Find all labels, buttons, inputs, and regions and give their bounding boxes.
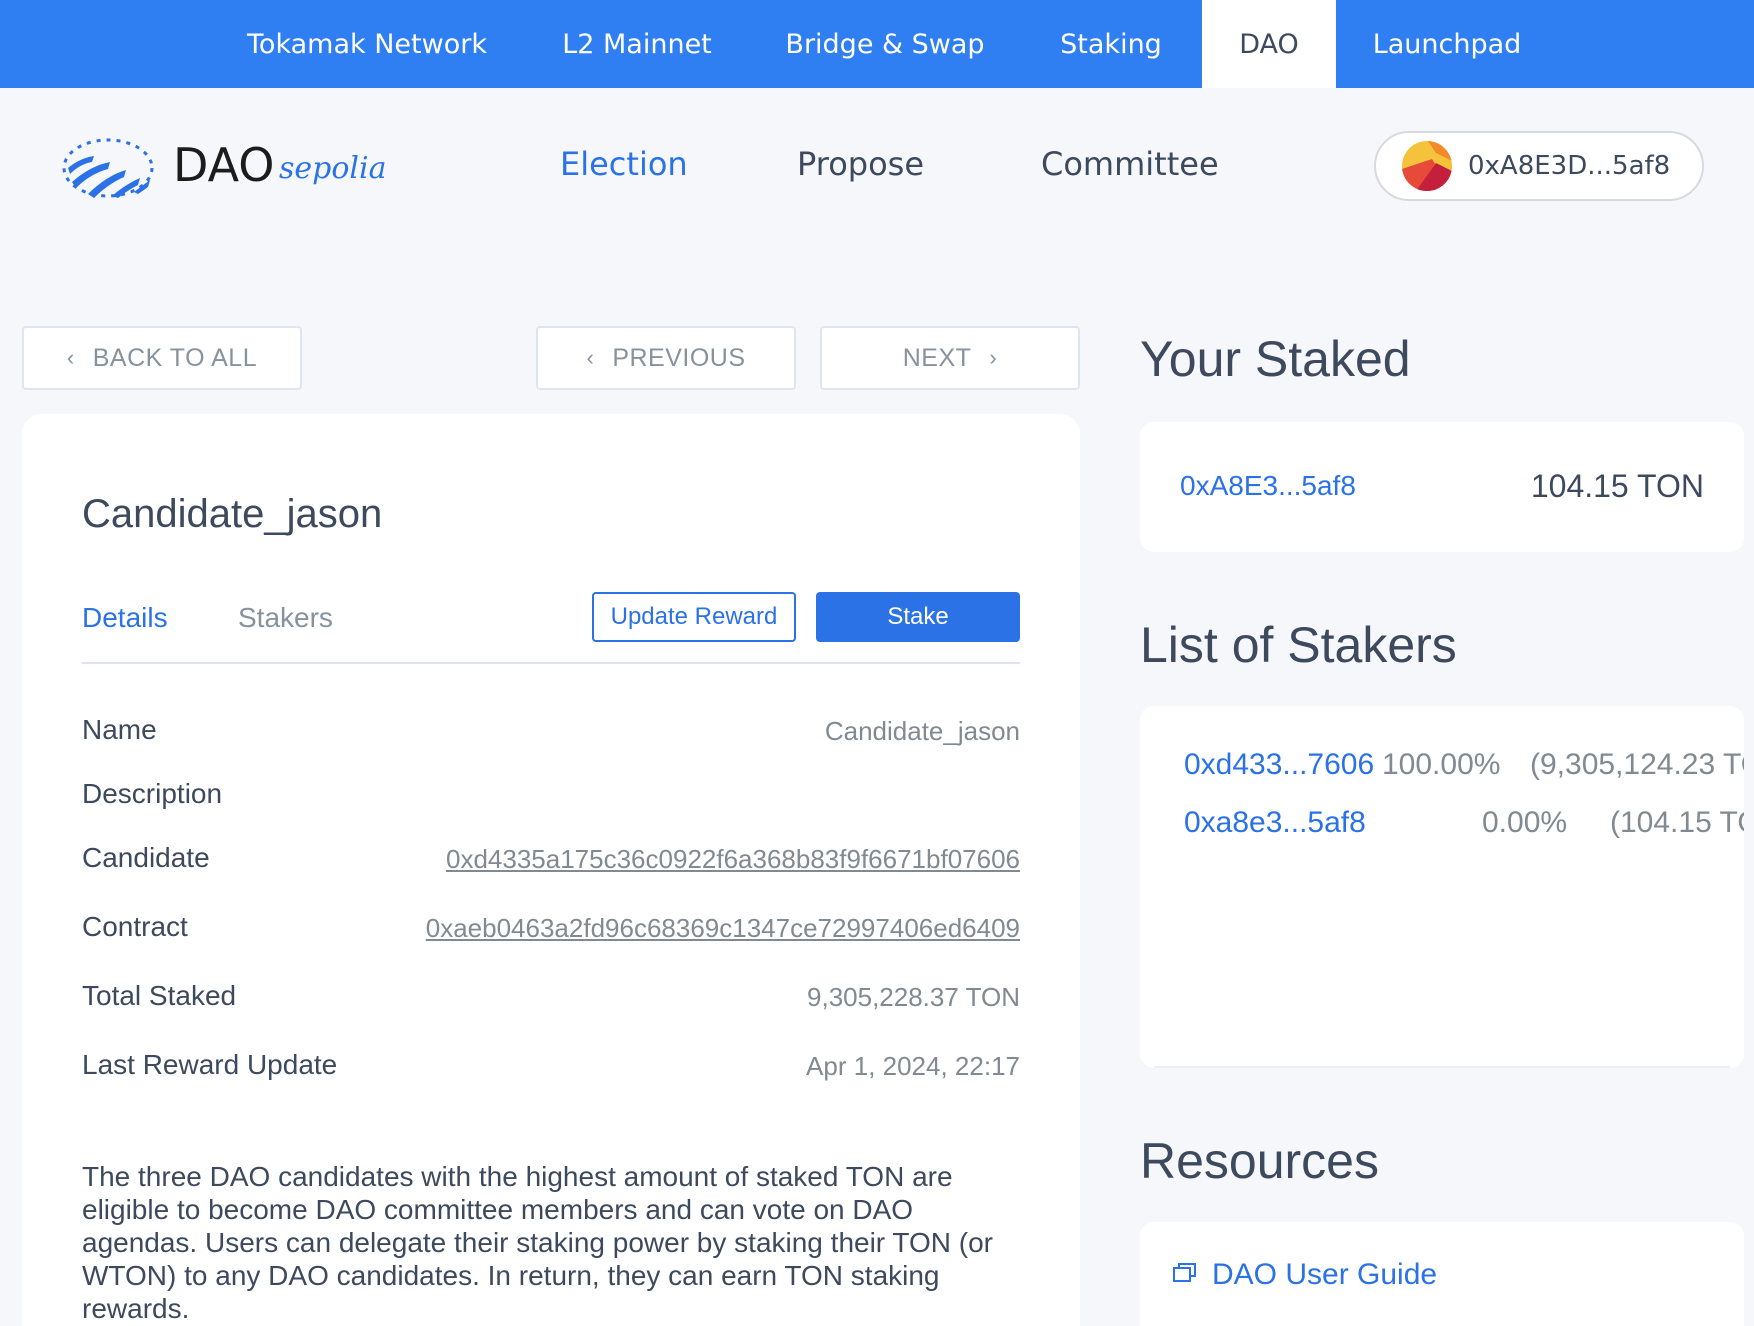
dao-user-guide-link[interactable]: DAO User Guide xyxy=(1172,1258,1437,1292)
your-staked-amount: 104.15 TON xyxy=(1530,468,1704,504)
staker-percent: 100.00% xyxy=(1382,748,1501,781)
back-to-all-label: BACK TO ALL xyxy=(92,343,258,372)
dao-user-guide-label: DAO User Guide xyxy=(1212,1258,1438,1291)
tab-details[interactable]: Details xyxy=(82,602,168,634)
resources-title: Resources xyxy=(1140,1133,1379,1189)
list-of-stakers-title: List of Stakers xyxy=(1140,617,1457,673)
menu-item-election[interactable]: Election xyxy=(560,145,688,183)
your-staked-title: Your Staked xyxy=(1140,331,1411,387)
staker-address-link[interactable]: 0xa8e3...5af8 xyxy=(1184,806,1366,840)
topnav-item-bridge-swap[interactable]: Bridge & Swap xyxy=(772,0,998,88)
your-staked-panel: 0xA8E3...5af8 104.15 TON xyxy=(1140,422,1744,552)
next-label: NEXT xyxy=(902,343,972,372)
chevron-right-icon: › xyxy=(989,345,998,370)
contract-label: Contract xyxy=(82,911,188,942)
chevron-left-icon: ‹ xyxy=(586,345,595,370)
stake-button[interactable]: Stake xyxy=(816,592,1020,642)
candidate-address-link[interactable]: 0xd4335a175c36c0922f6a368b83f9f6671bf076… xyxy=(446,844,1020,875)
logo-text[interactable]: DAO xyxy=(173,138,274,192)
dao-logo-icon[interactable] xyxy=(60,132,156,202)
topnav-item-launchpad[interactable]: Launchpad xyxy=(1350,0,1544,88)
tabs-divider xyxy=(82,662,1020,664)
wallet-button[interactable]: 0xA8E3D...5af8 xyxy=(1374,131,1704,201)
candidate-label: Candidate xyxy=(82,842,210,873)
last-reward-update-label: Last Reward Update xyxy=(82,1049,338,1080)
description-label: Description xyxy=(82,778,223,809)
chevron-left-icon: ‹ xyxy=(66,345,75,370)
contract-address-link[interactable]: 0xaeb0463a2fd96c68369c1347ce72997406ed64… xyxy=(426,913,1020,944)
candidate-title: Candidate_jason xyxy=(82,492,383,536)
topnav-item-dao[interactable]: DAO xyxy=(1202,0,1336,88)
top-navigation-bar: Tokamak Network L2 Mainnet Bridge & Swap… xyxy=(0,0,1754,88)
wallet-address: 0xA8E3D...5af8 xyxy=(1468,151,1671,181)
topnav-item-l2-mainnet[interactable]: L2 Mainnet xyxy=(540,0,734,88)
staker-address-link[interactable]: 0xd433...7606 xyxy=(1184,748,1374,782)
stakers-list-panel: 0xd433...7606 100.00% (9,305,124.23 TON … xyxy=(1140,706,1744,1068)
topnav-item-staking[interactable]: Staking xyxy=(1036,0,1186,88)
resources-panel: DAO User Guide xyxy=(1140,1222,1744,1326)
menu-item-committee[interactable]: Committee xyxy=(1041,145,1219,183)
last-reward-update-value: Apr 1, 2024, 22:17 xyxy=(806,1051,1020,1081)
your-staked-address-link[interactable]: 0xA8E3...5af8 xyxy=(1180,470,1356,502)
tab-stakers[interactable]: Stakers xyxy=(238,602,333,634)
previous-button[interactable]: ‹ PREVIOUS xyxy=(536,326,796,390)
staker-percent: 0.00% xyxy=(1482,806,1568,839)
topnav-item-tokamak-network[interactable]: Tokamak Network xyxy=(232,0,502,88)
previous-label: PREVIOUS xyxy=(612,343,746,372)
external-link-icon xyxy=(1172,1262,1198,1289)
staker-amount: (104.15 TON xyxy=(1610,806,1744,839)
stakers-divider xyxy=(1154,1066,1730,1068)
back-to-all-button[interactable]: ‹ BACK TO ALL xyxy=(22,326,302,390)
next-button[interactable]: NEXT › xyxy=(820,326,1080,390)
total-staked-value: 9,305,228.37 TON xyxy=(807,982,1020,1012)
candidate-card: Candidate_jason Details Stakers Update R… xyxy=(22,414,1080,1326)
menu-item-propose[interactable]: Propose xyxy=(797,145,924,183)
name-value: Candidate_jason xyxy=(824,716,1020,746)
network-label: sepolia xyxy=(279,151,387,186)
total-staked-label: Total Staked xyxy=(82,980,237,1011)
wallet-avatar-icon xyxy=(1402,141,1452,191)
name-label: Name xyxy=(82,714,157,745)
update-reward-button[interactable]: Update Reward xyxy=(592,592,796,642)
staker-amount: (9,305,124.23 TON xyxy=(1530,748,1744,781)
dao-info-text: The three DAO candidates with the highes… xyxy=(82,1161,993,1324)
